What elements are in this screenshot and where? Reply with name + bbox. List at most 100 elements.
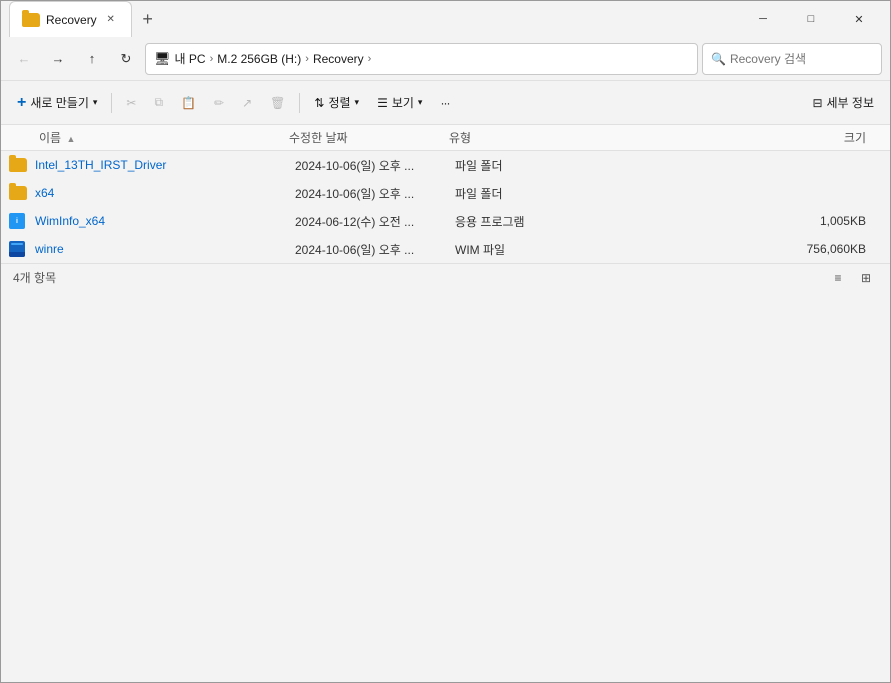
- search-icon: 🔍: [711, 52, 726, 66]
- share-button[interactable]: ↗: [234, 92, 260, 114]
- breadcrumb-sep-0: ›: [210, 53, 214, 65]
- title-bar: Recovery ✕ + ─ □ ✕: [1, 1, 890, 37]
- file-type-1: 파일 폴더: [455, 185, 575, 202]
- view-label: 보기: [392, 94, 414, 111]
- cut-icon: ✂: [126, 96, 136, 110]
- detail-button[interactable]: ⊟ 세부 정보: [804, 90, 882, 115]
- file-list: Intel_13TH_IRST_Driver 2024-10-06(일) 오후 …: [1, 151, 890, 263]
- file-name-2: WimInfo_x64: [35, 214, 295, 228]
- tab-recovery[interactable]: Recovery ✕: [9, 1, 132, 37]
- breadcrumb-sep-2: ›: [368, 53, 372, 65]
- back-button[interactable]: ←: [9, 44, 39, 74]
- new-label: 새로 만들기: [30, 94, 89, 111]
- file-name-3: winre: [35, 242, 295, 256]
- refresh-button[interactable]: ↻: [111, 44, 141, 74]
- file-icon-0: [9, 157, 29, 173]
- file-type-0: 파일 폴더: [455, 157, 575, 174]
- more-button[interactable]: ···: [432, 92, 457, 114]
- tab-label: Recovery: [46, 13, 97, 27]
- app-icon: i: [9, 213, 25, 229]
- delete-button[interactable]: 🗑: [262, 92, 293, 114]
- status-bar: 4개 항목 ≡ ⊞: [1, 263, 890, 291]
- paste-icon: 📋: [181, 96, 196, 110]
- breadcrumb-label-pc: 내 PC: [175, 50, 206, 67]
- paste-button[interactable]: 📋: [173, 92, 204, 114]
- forward-button[interactable]: →: [43, 44, 73, 74]
- maximize-button[interactable]: □: [788, 1, 834, 37]
- wim-icon: [9, 241, 25, 257]
- share-icon: ↗: [242, 96, 252, 110]
- sort-dropdown-icon: ▾: [355, 97, 360, 108]
- table-row[interactable]: x64 2024-10-06(일) 오후 ... 파일 폴더: [1, 179, 890, 207]
- file-size-2: 1,005KB: [575, 214, 882, 228]
- header-type[interactable]: 유형: [449, 129, 569, 146]
- delete-icon: 🗑: [270, 96, 285, 110]
- toolbar-sep-1: [111, 93, 112, 113]
- file-date-2: 2024-06-12(수) 오전 ...: [295, 213, 455, 230]
- toolbar-sep-2: [299, 93, 300, 113]
- file-date-1: 2024-10-06(일) 오후 ...: [295, 185, 455, 202]
- more-icon: ···: [440, 96, 449, 110]
- rename-icon: ✏: [214, 96, 224, 110]
- view-icon: ☰: [377, 96, 388, 110]
- item-count: 4개 항목: [13, 269, 56, 286]
- file-name-1: x64: [35, 186, 295, 200]
- copy-button[interactable]: ⧉: [146, 91, 171, 114]
- breadcrumb-drive[interactable]: M.2 256GB (H:) ›: [217, 52, 309, 66]
- breadcrumb-label-current: Recovery: [313, 52, 364, 66]
- address-bar-area: ← → ↑ ↻ 🖥 내 PC › M.2 256GB (H:) › Recove…: [1, 37, 890, 81]
- table-row[interactable]: Intel_13TH_IRST_Driver 2024-10-06(일) 오후 …: [1, 151, 890, 179]
- computer-icon: 🖥: [154, 51, 171, 67]
- tab-close-button[interactable]: ✕: [103, 12, 119, 28]
- file-icon-1: [9, 185, 29, 201]
- file-icon-3: [9, 241, 29, 257]
- table-row[interactable]: i WimInfo_x64 2024-06-12(수) 오전 ... 응용 프로…: [1, 207, 890, 235]
- file-type-2: 응용 프로그램: [455, 213, 575, 230]
- table-row[interactable]: winre 2024-10-06(일) 오후 ... WIM 파일 756,06…: [1, 235, 890, 263]
- close-button[interactable]: ✕: [836, 1, 882, 37]
- new-icon: +: [17, 94, 26, 112]
- list-view-button[interactable]: ≡: [826, 268, 850, 288]
- detail-label: 세부 정보: [827, 94, 875, 111]
- search-input[interactable]: [730, 52, 873, 66]
- grid-view-button[interactable]: ⊞: [854, 268, 878, 288]
- window-controls: ─ □ ✕: [740, 1, 882, 37]
- up-button[interactable]: ↑: [77, 44, 107, 74]
- sort-label: 정렬: [328, 94, 350, 111]
- cut-button[interactable]: ✂: [118, 92, 144, 114]
- new-dropdown-icon: ▾: [93, 97, 98, 108]
- view-toggle: ≡ ⊞: [826, 268, 878, 288]
- file-date-3: 2024-10-06(일) 오후 ...: [295, 241, 455, 258]
- new-tab-button[interactable]: +: [134, 5, 162, 33]
- minimize-button[interactable]: ─: [740, 1, 786, 37]
- breadcrumb-current[interactable]: Recovery ›: [313, 52, 371, 66]
- file-size-3: 756,060KB: [575, 242, 882, 256]
- file-date-0: 2024-10-06(일) 오후 ...: [295, 157, 455, 174]
- toolbar: + 새로 만들기 ▾ ✂ ⧉ 📋 ✏ ↗ 🗑 ⇅ 정렬 ▾ ☰ 보기 ▾ ···…: [1, 81, 890, 125]
- breadcrumb-computer[interactable]: 🖥 내 PC ›: [154, 50, 213, 67]
- file-list-header[interactable]: 이름 ▲ 수정한 날짜 유형 크기: [1, 125, 890, 151]
- file-icon-2: i: [9, 213, 29, 229]
- sort-button[interactable]: ⇅ 정렬 ▾: [306, 90, 367, 115]
- folder-icon: [9, 158, 27, 172]
- header-date[interactable]: 수정한 날짜: [289, 129, 449, 146]
- new-button[interactable]: + 새로 만들기 ▾: [9, 90, 105, 116]
- sort-icon: ⇅: [314, 96, 324, 110]
- file-list-wrapper: 이름 ▲ 수정한 날짜 유형 크기 Intel_13TH_IRST_Driver…: [1, 125, 890, 263]
- breadcrumb-sep-1: ›: [305, 53, 309, 65]
- copy-icon: ⧉: [154, 95, 163, 110]
- search-bar[interactable]: 🔍: [702, 43, 882, 75]
- sort-indicator: ▲: [66, 134, 75, 144]
- header-size[interactable]: 크기: [569, 129, 882, 146]
- breadcrumb-label-drive: M.2 256GB (H:): [217, 52, 301, 66]
- view-dropdown-icon: ▾: [418, 97, 423, 108]
- file-type-3: WIM 파일: [455, 241, 575, 258]
- header-name[interactable]: 이름 ▲: [9, 129, 289, 146]
- file-name-0: Intel_13TH_IRST_Driver: [35, 158, 295, 172]
- folder-icon: [9, 186, 27, 200]
- tab-folder-icon: [22, 13, 40, 27]
- address-bar[interactable]: 🖥 내 PC › M.2 256GB (H:) › Recovery ›: [145, 43, 698, 75]
- view-button[interactable]: ☰ 보기 ▾: [369, 90, 430, 115]
- detail-icon: ⊟: [812, 96, 822, 110]
- rename-button[interactable]: ✏: [206, 92, 232, 114]
